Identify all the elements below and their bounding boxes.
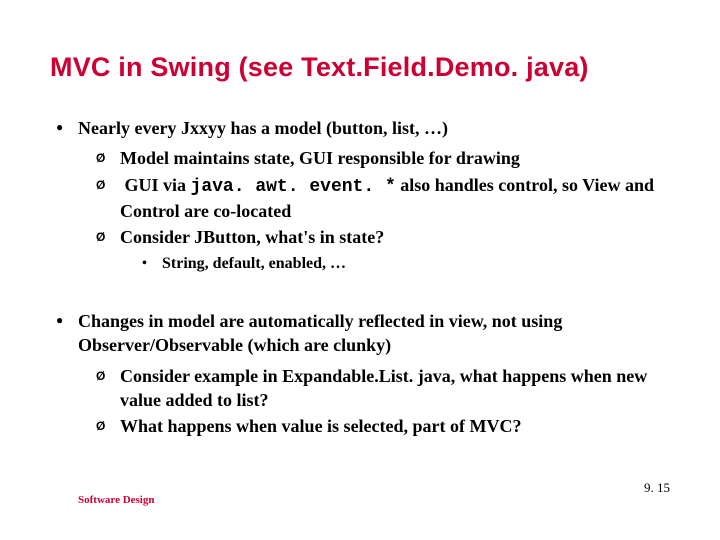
footer-left: Software Design [78,494,154,506]
slide-title: MVC in Swing (see Text.Field.Demo. java) [50,52,690,83]
bullet-l1: Changes in model are automatically refle… [78,309,680,358]
text-fragment: GUI via [125,175,191,195]
bullet-l2: What happens when value is selected, par… [120,414,680,438]
bullet-l3: String, default, enabled, … [162,253,680,275]
slide-body: Nearly every Jxxyy has a model (button, … [78,116,680,441]
bullet-l1: Nearly every Jxxyy has a model (button, … [78,116,680,140]
code-fragment: java. awt. event. * [191,177,396,197]
bullet-l2: Consider example in Expandable.List. jav… [120,364,680,413]
bullet-l2: Consider JButton, what's in state? [120,225,680,249]
bullet-l2: GUI via java. awt. event. * also handles… [120,173,680,224]
bullet-l2: Model maintains state, GUI responsible f… [120,146,680,170]
slide: MVC in Swing (see Text.Field.Demo. java)… [0,0,720,540]
footer-right: 9. 15 [644,480,670,496]
